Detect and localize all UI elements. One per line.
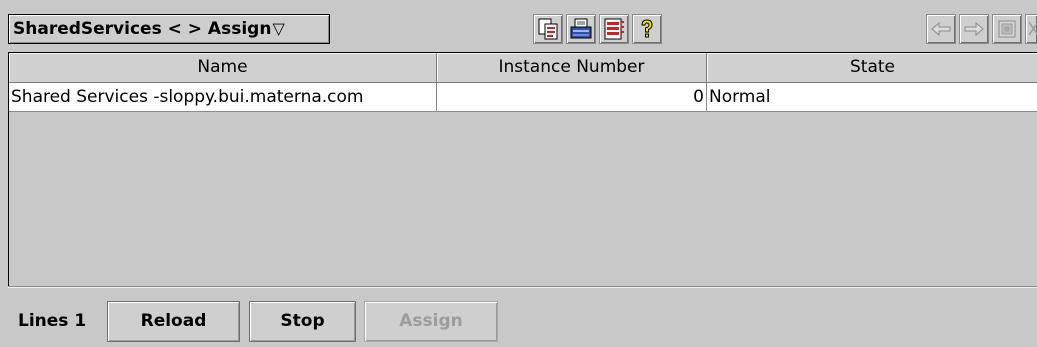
back-button[interactable]: [926, 14, 956, 44]
assign-button[interactable]: Assign: [364, 301, 498, 342]
forward-arrow-icon: [964, 21, 984, 37]
print-button[interactable]: [566, 14, 596, 44]
stop-button[interactable]: Stop: [249, 301, 356, 342]
close-button[interactable]: [1025, 14, 1037, 44]
column-header-state[interactable]: State: [707, 53, 1037, 83]
print-icon: [570, 18, 592, 39]
instances-table: Name Instance Number State Shared Servic…: [8, 52, 1037, 286]
status-bar: Lines 1 Reload Stop Assign: [8, 286, 1037, 347]
view-selector-button[interactable]: SharedServices < > Assign▽: [8, 14, 330, 44]
refresh-button[interactable]: [992, 14, 1022, 44]
table-list-icon: [604, 18, 624, 40]
column-header-instance-number[interactable]: Instance Number: [437, 53, 707, 83]
chevron-down-icon: ▽: [272, 19, 285, 38]
cell-state: Normal: [707, 83, 1037, 112]
help-icon: [641, 19, 653, 38]
help-button[interactable]: [632, 14, 662, 44]
cell-name: Shared Services -sloppy.bui.materna.com: [9, 83, 437, 112]
lines-count-label: Lines 1: [18, 311, 87, 331]
toolbar: SharedServices < > Assign▽: [0, 0, 1037, 52]
copy-document-button[interactable]: [533, 14, 563, 44]
cell-instance-number: 0: [437, 83, 707, 112]
view-title: SharedServices < > Assign: [13, 19, 272, 39]
forward-button[interactable]: [959, 14, 989, 44]
table-list-button[interactable]: [599, 14, 629, 44]
table-row[interactable]: Shared Services -sloppy.bui.materna.com …: [9, 83, 1037, 112]
back-arrow-icon: [931, 21, 951, 37]
close-icon: [1029, 21, 1037, 36]
column-header-name[interactable]: Name: [9, 53, 437, 83]
copy-document-icon: [538, 18, 558, 40]
reload-button[interactable]: Reload: [107, 301, 240, 342]
refresh-icon: [998, 20, 1016, 38]
table-header: Name Instance Number State: [9, 53, 1037, 83]
